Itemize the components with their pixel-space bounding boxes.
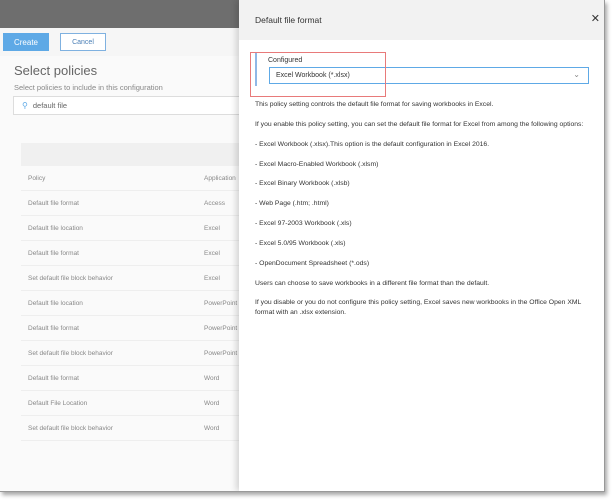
table-row[interactable]: Default file location Excel	[21, 216, 240, 241]
application: PowerPoint	[204, 324, 238, 332]
header-policy[interactable]: Policy	[21, 175, 204, 182]
description-paragraph: - Excel 97-2003 Workbook (.xls)	[255, 220, 352, 228]
description-paragraph: - Excel Binary Workbook (.xlsb)	[255, 180, 350, 188]
search-icon: ⚲	[22, 101, 28, 110]
table-toolbar	[21, 143, 240, 166]
policy-name: Default file format	[28, 249, 79, 257]
description-paragraph: Users can choose to save workbooks in a …	[255, 279, 490, 287]
application: Word	[204, 424, 220, 432]
search-value: default file	[32, 101, 68, 110]
description-paragraph: - Excel Workbook (.xlsx).This option is …	[255, 140, 490, 148]
application: Excel	[204, 249, 220, 257]
application: PowerPoint	[204, 299, 238, 307]
search-input[interactable]: ⚲ default file	[13, 96, 240, 115]
application: Excel	[204, 224, 220, 232]
policy-name: Default file location	[28, 224, 83, 232]
select-policies-page: Create Cancel Select policies Select pol…	[0, 28, 240, 491]
chevron-down-icon: ⌄	[573, 70, 580, 79]
table-row[interactable]: Default file format Excel	[21, 241, 240, 266]
table-header: Policy Application	[21, 166, 240, 191]
description-paragraph: - OpenDocument Spreadsheet (*.ods)	[255, 259, 370, 267]
policy-name: Set default file block behavior	[28, 274, 113, 282]
policy-description: This policy setting controls the default…	[255, 100, 589, 318]
table-row[interactable]: Default file format Word	[21, 366, 240, 391]
create-button[interactable]: Create	[3, 33, 49, 51]
header-application[interactable]: Application	[204, 175, 236, 182]
table-row[interactable]: Set default file block behavior PowerPoin…	[21, 341, 240, 366]
policy-name: Default file location	[28, 299, 83, 307]
description-paragraph: If you disable or you do not configure t…	[255, 299, 582, 317]
description-paragraph: - Excel Macro-Enabled Workbook (.xlsm)	[255, 160, 379, 168]
table-row[interactable]: Default file format Access	[21, 191, 240, 216]
table-row[interactable]: Default file location PowerPoint	[21, 291, 240, 316]
description-paragraph: If you enable this policy setting, you c…	[255, 120, 584, 128]
description-paragraph: This policy setting controls the default…	[255, 101, 494, 108]
highlight-box	[250, 52, 386, 97]
application: PowerPoint	[204, 349, 238, 357]
close-icon[interactable]: ✕	[591, 12, 600, 25]
table-row[interactable]: Default file format PowerPoint	[21, 316, 240, 341]
table-row[interactable]: Set default file block behavior Excel	[21, 266, 240, 291]
policy-name: Set default file block behavior	[28, 349, 113, 357]
cancel-button[interactable]: Cancel	[60, 33, 106, 51]
policy-detail-panel: Default file format ✕ Configured Excel W…	[239, 0, 604, 491]
table-row[interactable]: Set default file block behavior Word	[21, 416, 240, 441]
panel-title: Default file format	[255, 15, 322, 25]
description-paragraph: - Web Page (.htm; .html)	[255, 200, 329, 208]
policy-name: Default file format	[28, 199, 79, 207]
window: Create Cancel Select policies Select pol…	[0, 0, 605, 492]
page-title: Select policies	[14, 63, 98, 78]
page-subtitle: Select policies to include in this confi…	[14, 83, 163, 92]
application: Word	[204, 399, 220, 407]
description-paragraph: - Excel 5.0/95 Workbook (.xls)	[255, 239, 346, 247]
policy-name: Default file format	[28, 324, 79, 332]
application: Word	[204, 374, 220, 382]
application: Access	[204, 199, 225, 207]
application: Excel	[204, 274, 220, 282]
panel-header: Default file format ✕	[239, 0, 604, 40]
policy-name: Set default file block behavior	[28, 424, 113, 432]
table-row[interactable]: Default File Location Word	[21, 391, 240, 416]
policy-name: Default file format	[28, 374, 79, 382]
policy-name: Default File Location	[28, 399, 88, 407]
toolbar: Create Cancel	[0, 28, 240, 56]
